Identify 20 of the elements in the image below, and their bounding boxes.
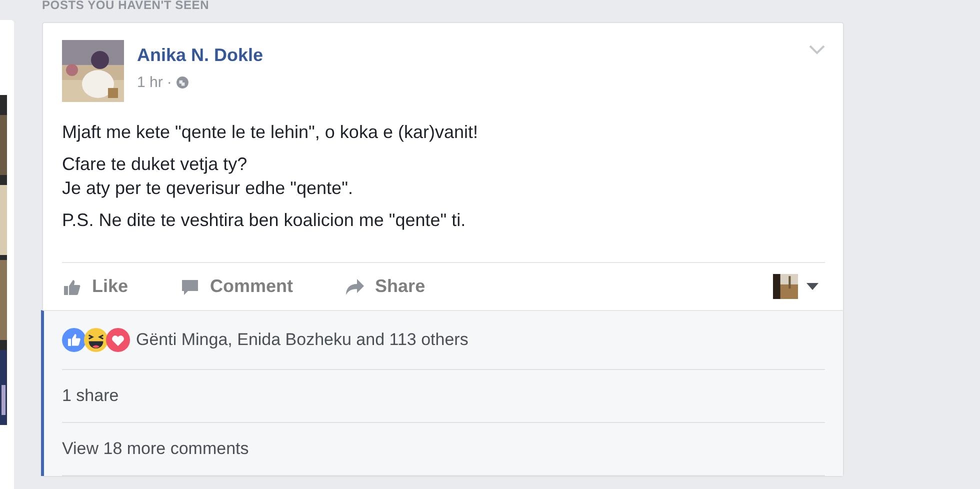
globe-icon — [176, 76, 189, 89]
reactions-link[interactable]: Gënti Minga, Enida Bozheku and 113 others — [136, 330, 468, 350]
post-paragraph: Cfare te duket vetja ty? Je aty per te qeverisur edhe "qente". — [62, 153, 354, 200]
share-arrow-icon — [345, 278, 366, 296]
thumbs-up-icon — [62, 278, 82, 296]
like-reaction-icon — [62, 328, 86, 352]
separator: · — [166, 74, 172, 91]
comment-button[interactable]: Comment — [180, 276, 294, 297]
like-button[interactable]: Like — [62, 276, 128, 297]
heart-reaction-icon — [106, 328, 130, 352]
speech-bubble-icon — [180, 278, 200, 296]
shares-link[interactable]: 1 share — [62, 386, 119, 406]
author-link[interactable]: Anika N. Dokle — [137, 45, 264, 66]
section-heading: POSTS YOU HAVEN'T SEEN — [42, 0, 210, 13]
share-button[interactable]: Share — [345, 276, 426, 297]
caret-icon — [806, 283, 819, 290]
more-comments-link[interactable]: View 18 more comments — [62, 439, 249, 459]
laughing-face-icon — [84, 328, 108, 352]
post-paragraph: Mjaft me kete "qente le te lehin", o koka e (kar)vanit! — [62, 121, 479, 144]
post-paragraph: P.S. Ne dite te veshtira ben koalicion me "qente" ti. — [62, 209, 467, 232]
